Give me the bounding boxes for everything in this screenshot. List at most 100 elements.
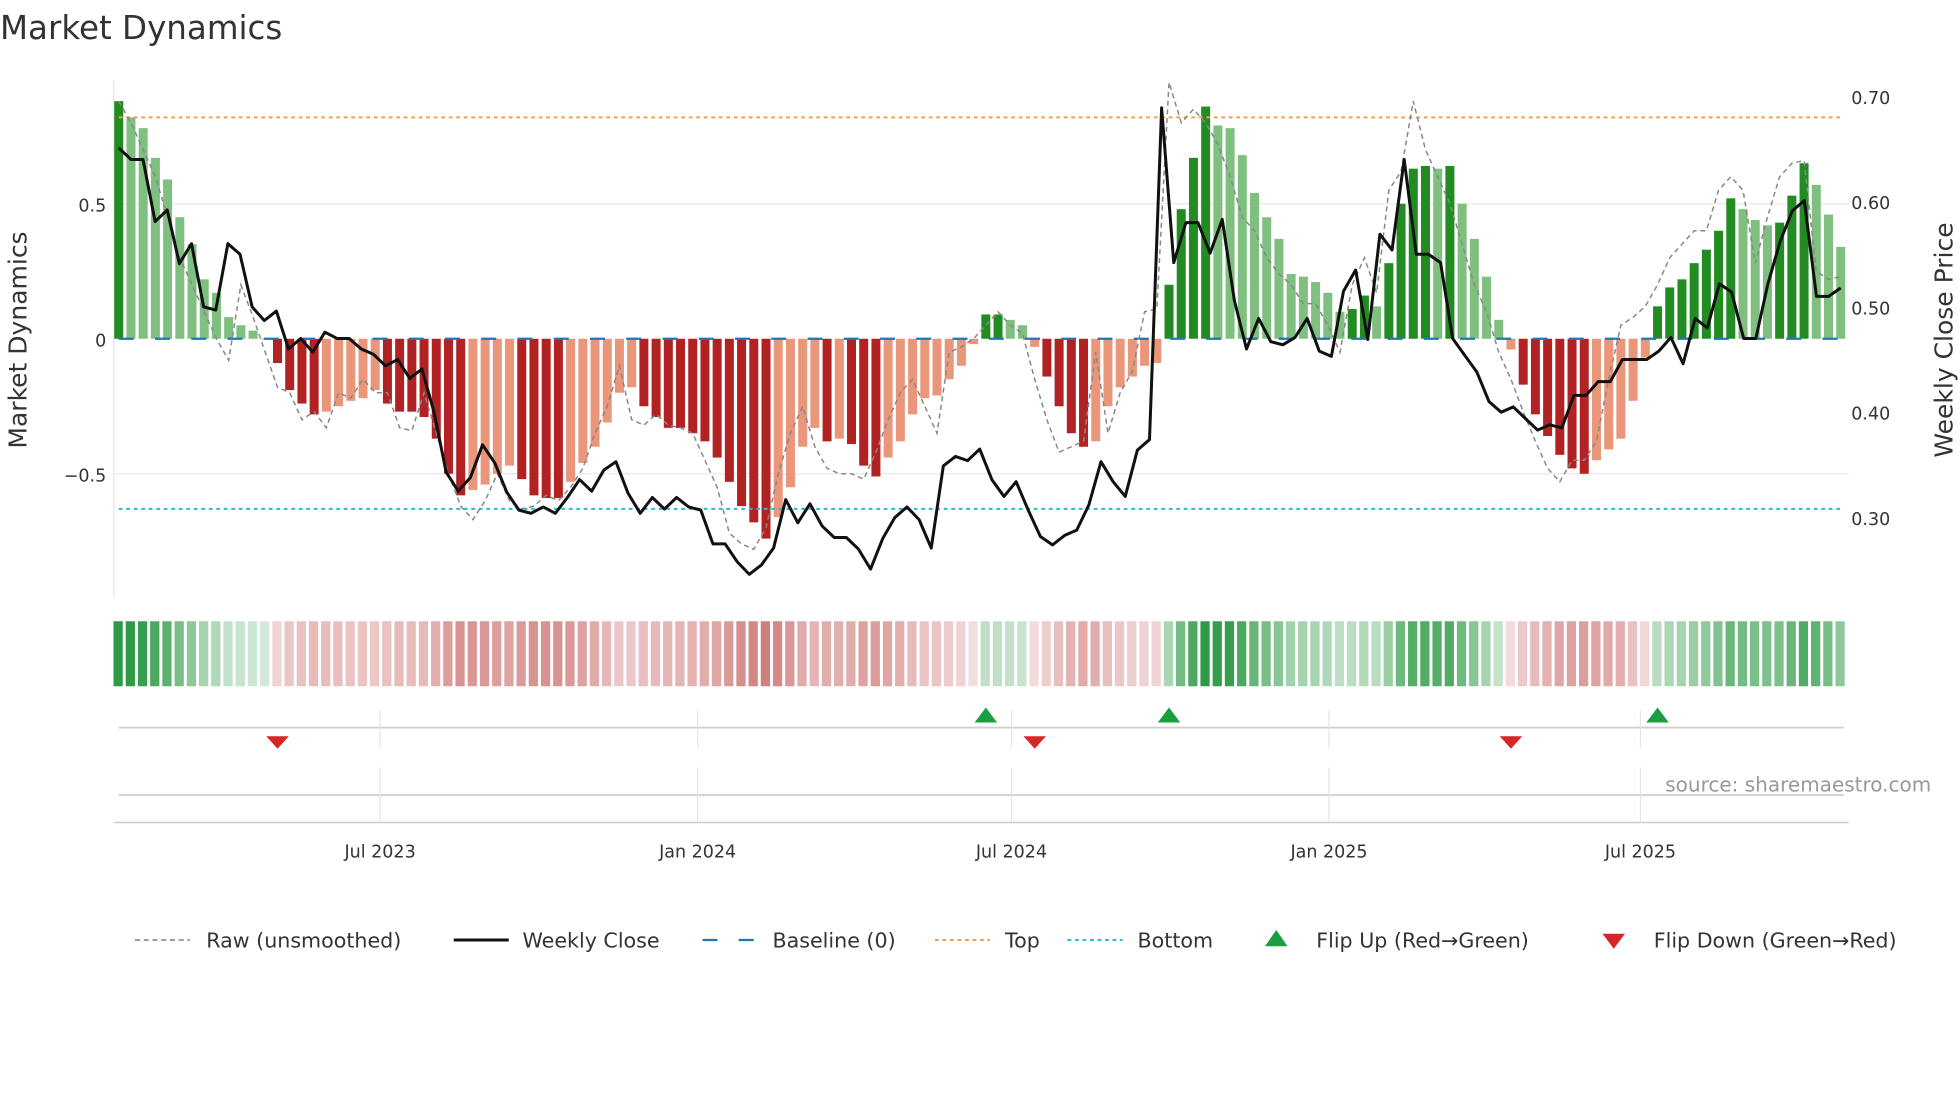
strip-cell <box>1835 621 1845 687</box>
source-label: source: sharemaestro.com <box>1665 772 1931 796</box>
momentum-bar <box>932 338 942 396</box>
strip-cell <box>1420 621 1430 687</box>
strip-cell <box>602 621 612 687</box>
momentum-bar <box>443 338 453 474</box>
strip-cell <box>1579 621 1589 687</box>
momentum-bar <box>566 338 576 482</box>
y2-tick-label: 0.70 <box>1851 89 1890 109</box>
right-axis-ticks: 0.70 0.60 0.50 0.40 0.30 <box>1851 89 1890 530</box>
momentum-bar <box>1530 338 1540 415</box>
strip-cell <box>1078 621 1088 687</box>
strip-cell <box>1542 621 1552 687</box>
strip-cell <box>1713 621 1723 687</box>
momentum-bar <box>1420 165 1430 339</box>
strip-cell <box>1005 621 1015 687</box>
strip-cell <box>1505 621 1515 687</box>
flip-down-marker <box>1499 736 1523 749</box>
strip-cell <box>1188 621 1198 687</box>
strip-cell <box>1395 621 1406 687</box>
strip-cell <box>760 621 771 687</box>
strip-cell <box>174 621 184 687</box>
strip-cell <box>235 621 245 687</box>
momentum-bar <box>1494 319 1504 339</box>
strip-cell <box>1224 621 1235 687</box>
momentum-bar <box>724 338 734 482</box>
strip-cell <box>418 621 429 687</box>
momentum-bar <box>1628 338 1638 401</box>
strip-cell <box>1090 621 1100 687</box>
strip-cell <box>772 621 783 687</box>
momentum-bar <box>1262 217 1272 339</box>
legend-flip-up-icon <box>1265 930 1288 947</box>
strip-cell <box>638 621 648 687</box>
legend-label-raw: Raw (unsmoothed) <box>206 929 401 953</box>
strip-cell <box>198 621 209 687</box>
momentum-bar <box>688 338 698 434</box>
momentum-bar <box>1103 338 1113 407</box>
momentum-bar <box>1164 284 1174 339</box>
strip-cell <box>1823 621 1833 687</box>
momentum-bar <box>627 338 637 388</box>
momentum-bar <box>346 338 356 401</box>
strip-cell <box>675 621 685 687</box>
legend-label-top: Top <box>1004 929 1040 953</box>
momentum-bar <box>175 217 185 339</box>
strip-cell <box>1273 621 1283 687</box>
strip-cell <box>724 621 734 687</box>
strip-cell <box>137 621 148 687</box>
momentum-bar <box>1079 338 1089 447</box>
strip-cell <box>1737 621 1748 687</box>
strip-cell <box>1725 621 1735 687</box>
strip-cell <box>699 621 709 687</box>
strip-cell <box>1298 621 1308 687</box>
momentum-bar <box>1469 238 1479 339</box>
strip-cell <box>1627 621 1638 687</box>
strip-cell <box>492 621 502 687</box>
momentum-bar <box>1555 338 1565 455</box>
strip-cell <box>785 621 795 687</box>
legend-label-bottom: Bottom <box>1138 929 1214 953</box>
strip-cell <box>1127 621 1137 687</box>
momentum-bar <box>1824 214 1833 339</box>
strip-cell <box>1359 621 1369 687</box>
momentum-bar <box>480 338 490 485</box>
strip-cell <box>345 621 355 687</box>
momentum-bar <box>1640 338 1650 358</box>
strip-cell <box>1163 621 1174 687</box>
strip-cell <box>1615 621 1625 687</box>
momentum-bar <box>1543 338 1553 436</box>
momentum-bar <box>810 338 820 428</box>
momentum-bar <box>1591 338 1601 461</box>
strip-cell <box>882 621 893 687</box>
y2-tick-label: 0.60 <box>1851 194 1890 214</box>
strip-cell <box>1603 621 1613 687</box>
momentum-bars <box>114 101 1846 539</box>
market-dynamics-chart: Market Dynamics 0.50−0.5 0.700.600.500.4… <box>0 9 1959 953</box>
strip-cell <box>1664 621 1674 687</box>
momentum-bar <box>871 338 881 477</box>
momentum-bar <box>1384 263 1394 339</box>
strip-cell <box>1346 621 1357 687</box>
strip-cell <box>711 621 722 687</box>
momentum-bar <box>737 338 747 507</box>
series-lines <box>117 82 1842 576</box>
momentum-bar <box>1286 273 1296 339</box>
strip-cell <box>284 621 294 687</box>
momentum-bar <box>1225 128 1235 339</box>
momentum-bar <box>1115 338 1125 388</box>
strip-cell <box>1212 621 1222 687</box>
strip-cell <box>748 621 758 687</box>
strip-cell <box>870 621 880 687</box>
flip-up-marker <box>974 707 998 723</box>
strip-cell <box>1041 621 1051 687</box>
strip-cell <box>919 621 929 687</box>
strip-cell <box>1554 621 1564 687</box>
strip-cell <box>1249 621 1259 687</box>
momentum-bar <box>651 338 661 418</box>
strip-cell <box>272 621 282 687</box>
strip-cell <box>1432 621 1442 687</box>
flip-up-marker <box>1157 707 1181 723</box>
momentum-bar <box>578 338 588 463</box>
momentum-bar <box>993 314 1003 339</box>
strip-cell <box>1591 621 1601 687</box>
